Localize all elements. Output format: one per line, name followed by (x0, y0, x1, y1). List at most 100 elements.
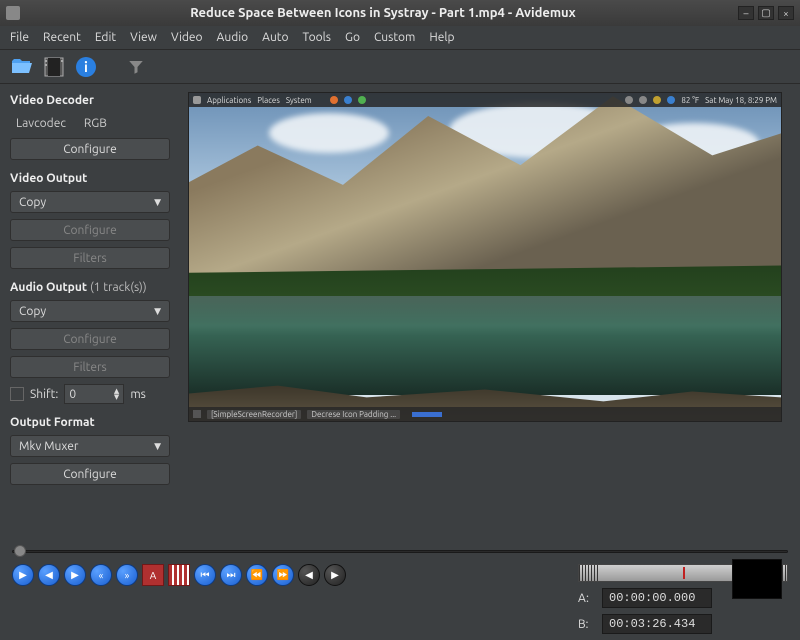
preview-area: Applications Places System 82 °F Sat May… (188, 84, 800, 536)
side-panel: Video Decoder Lavcodec RGB Configure Vid… (0, 84, 188, 536)
funnel-icon (127, 58, 145, 76)
marker-b-timecode[interactable]: 00:03:26.434 (602, 614, 712, 634)
next-frame-button[interactable]: ▶ (64, 564, 86, 586)
toolbar: i (0, 50, 800, 84)
audio-output-filters-button[interactable]: Filters (10, 356, 170, 378)
preview-lake (189, 296, 781, 394)
save-button[interactable] (42, 55, 66, 79)
audio-output-configure-button[interactable]: Configure (10, 328, 170, 350)
goto-marker-b-button[interactable]: ⏩ (272, 564, 294, 586)
goto-marker-a-button[interactable]: ⏪ (246, 564, 268, 586)
video-output-value: Copy (19, 196, 46, 209)
taskbar-item: [SimpleScreenRecorder] (207, 410, 301, 419)
decoder-codec: Lavcodec (16, 117, 66, 130)
audio-output-select[interactable]: Copy ▼ (10, 300, 170, 322)
app-icon (6, 6, 20, 20)
selection-thumbnail (732, 559, 782, 599)
set-marker-a-button[interactable]: A (142, 564, 164, 586)
minimize-button[interactable]: – (738, 6, 754, 20)
menu-view[interactable]: View (130, 31, 157, 44)
tray-icon (667, 96, 675, 104)
open-file-button[interactable] (10, 55, 34, 79)
taskbar-item: Decrese Icon Padding ... (307, 410, 400, 419)
menu-tools[interactable]: Tools (303, 31, 332, 44)
menu-help[interactable]: Help (429, 31, 454, 44)
menu-custom[interactable]: Custom (374, 31, 415, 44)
calculator-button[interactable] (124, 55, 148, 79)
chevron-down-icon: ▼ (154, 197, 161, 208)
goto-end-button[interactable]: ⏭ (220, 564, 242, 586)
firefox-icon (330, 96, 338, 104)
main-area: Video Decoder Lavcodec RGB Configure Vid… (0, 84, 800, 536)
video-decoder-heading: Video Decoder (10, 94, 178, 107)
marker-a-timecode[interactable]: 00:00:00.000 (602, 588, 712, 608)
window-controls: – ▢ × (738, 6, 794, 20)
seek-slider[interactable] (12, 544, 788, 558)
set-marker-b-button[interactable] (168, 564, 190, 586)
video-preview[interactable]: Applications Places System 82 °F Sat May… (188, 92, 782, 422)
next-keyframe-button[interactable]: » (116, 564, 138, 586)
video-output-configure-button[interactable]: Configure (10, 219, 170, 241)
close-button[interactable]: × (778, 6, 794, 20)
folder-open-icon (10, 55, 34, 79)
bottom-bar: ▶ ◀ ▶ « » A ⏮ ⏭ ⏪ ⏩ ◀ ▶ A: 00:00:00.000 … (0, 558, 800, 640)
video-output-select[interactable]: Copy ▼ (10, 191, 170, 213)
shift-value: 0 (69, 388, 76, 401)
goto-start-button[interactable]: ⏮ (194, 564, 216, 586)
jog-center-mark (683, 567, 685, 579)
play-button[interactable]: ▶ (12, 564, 34, 586)
seek-thumb[interactable] (14, 545, 26, 557)
menu-video[interactable]: Video (171, 31, 203, 44)
film-save-icon (42, 55, 66, 79)
spinner-arrows-icon[interactable]: ▲▼ (114, 388, 119, 400)
menu-auto[interactable]: Auto (262, 31, 288, 44)
seek-track (12, 550, 788, 553)
maximize-button[interactable]: ▢ (758, 6, 774, 20)
panel-weather: 82 °F (681, 96, 699, 105)
video-output-heading: Video Output (10, 172, 178, 185)
window-title: Reduce Space Between Icons in Systray - … (28, 6, 738, 20)
menu-edit[interactable]: Edit (95, 31, 116, 44)
marker-b-label: B: (578, 618, 594, 631)
audio-output-value: Copy (19, 305, 46, 318)
panel-places: Places (257, 96, 280, 105)
audio-shift-row: Shift: 0 ▲▼ ms (10, 384, 178, 404)
marker-a-label: A: (578, 592, 594, 605)
marker-b-row: B: 00:03:26.434 (578, 614, 788, 634)
chevron-down-icon: ▼ (154, 441, 161, 452)
output-format-configure-button[interactable]: Configure (10, 463, 170, 485)
globe-icon (344, 96, 352, 104)
tray-icon (625, 96, 633, 104)
prev-black-frame-button[interactable]: ◀ (298, 564, 320, 586)
menu-file[interactable]: File (10, 31, 29, 44)
decoder-configure-button[interactable]: Configure (10, 138, 170, 160)
transport-controls: ▶ ◀ ▶ « » A ⏮ ⏭ ⏪ ⏩ ◀ ▶ (12, 564, 346, 586)
preview-cloud (269, 113, 389, 153)
output-format-heading: Output Format (10, 416, 178, 429)
menu-audio[interactable]: Audio (217, 31, 249, 44)
output-format-value: Mkv Muxer (19, 440, 79, 453)
next-black-frame-button[interactable]: ▶ (324, 564, 346, 586)
shift-unit: ms (130, 388, 146, 401)
info-button[interactable]: i (74, 55, 98, 79)
show-desktop-icon (193, 410, 201, 418)
desktop-top-panel: Applications Places System 82 °F Sat May… (189, 93, 781, 107)
gnome-foot-icon (193, 96, 201, 104)
workspace-switcher (412, 412, 442, 417)
app-icon (358, 96, 366, 104)
video-output-filters-button[interactable]: Filters (10, 247, 170, 269)
panel-applications: Applications (207, 96, 251, 105)
tray-icon (653, 96, 661, 104)
decoder-info: Lavcodec RGB (10, 113, 178, 132)
shift-checkbox[interactable] (10, 387, 24, 401)
menubar: File Recent Edit View Video Audio Auto T… (0, 26, 800, 50)
output-format-select[interactable]: Mkv Muxer ▼ (10, 435, 170, 457)
menu-go[interactable]: Go (345, 31, 360, 44)
prev-frame-button[interactable]: ◀ (38, 564, 60, 586)
shift-spinner[interactable]: 0 ▲▼ (64, 384, 124, 404)
prev-keyframe-button[interactable]: « (90, 564, 112, 586)
svg-text:i: i (84, 59, 88, 75)
chevron-down-icon: ▼ (154, 306, 161, 317)
menu-recent[interactable]: Recent (43, 31, 81, 44)
shift-label: Shift: (30, 388, 58, 401)
